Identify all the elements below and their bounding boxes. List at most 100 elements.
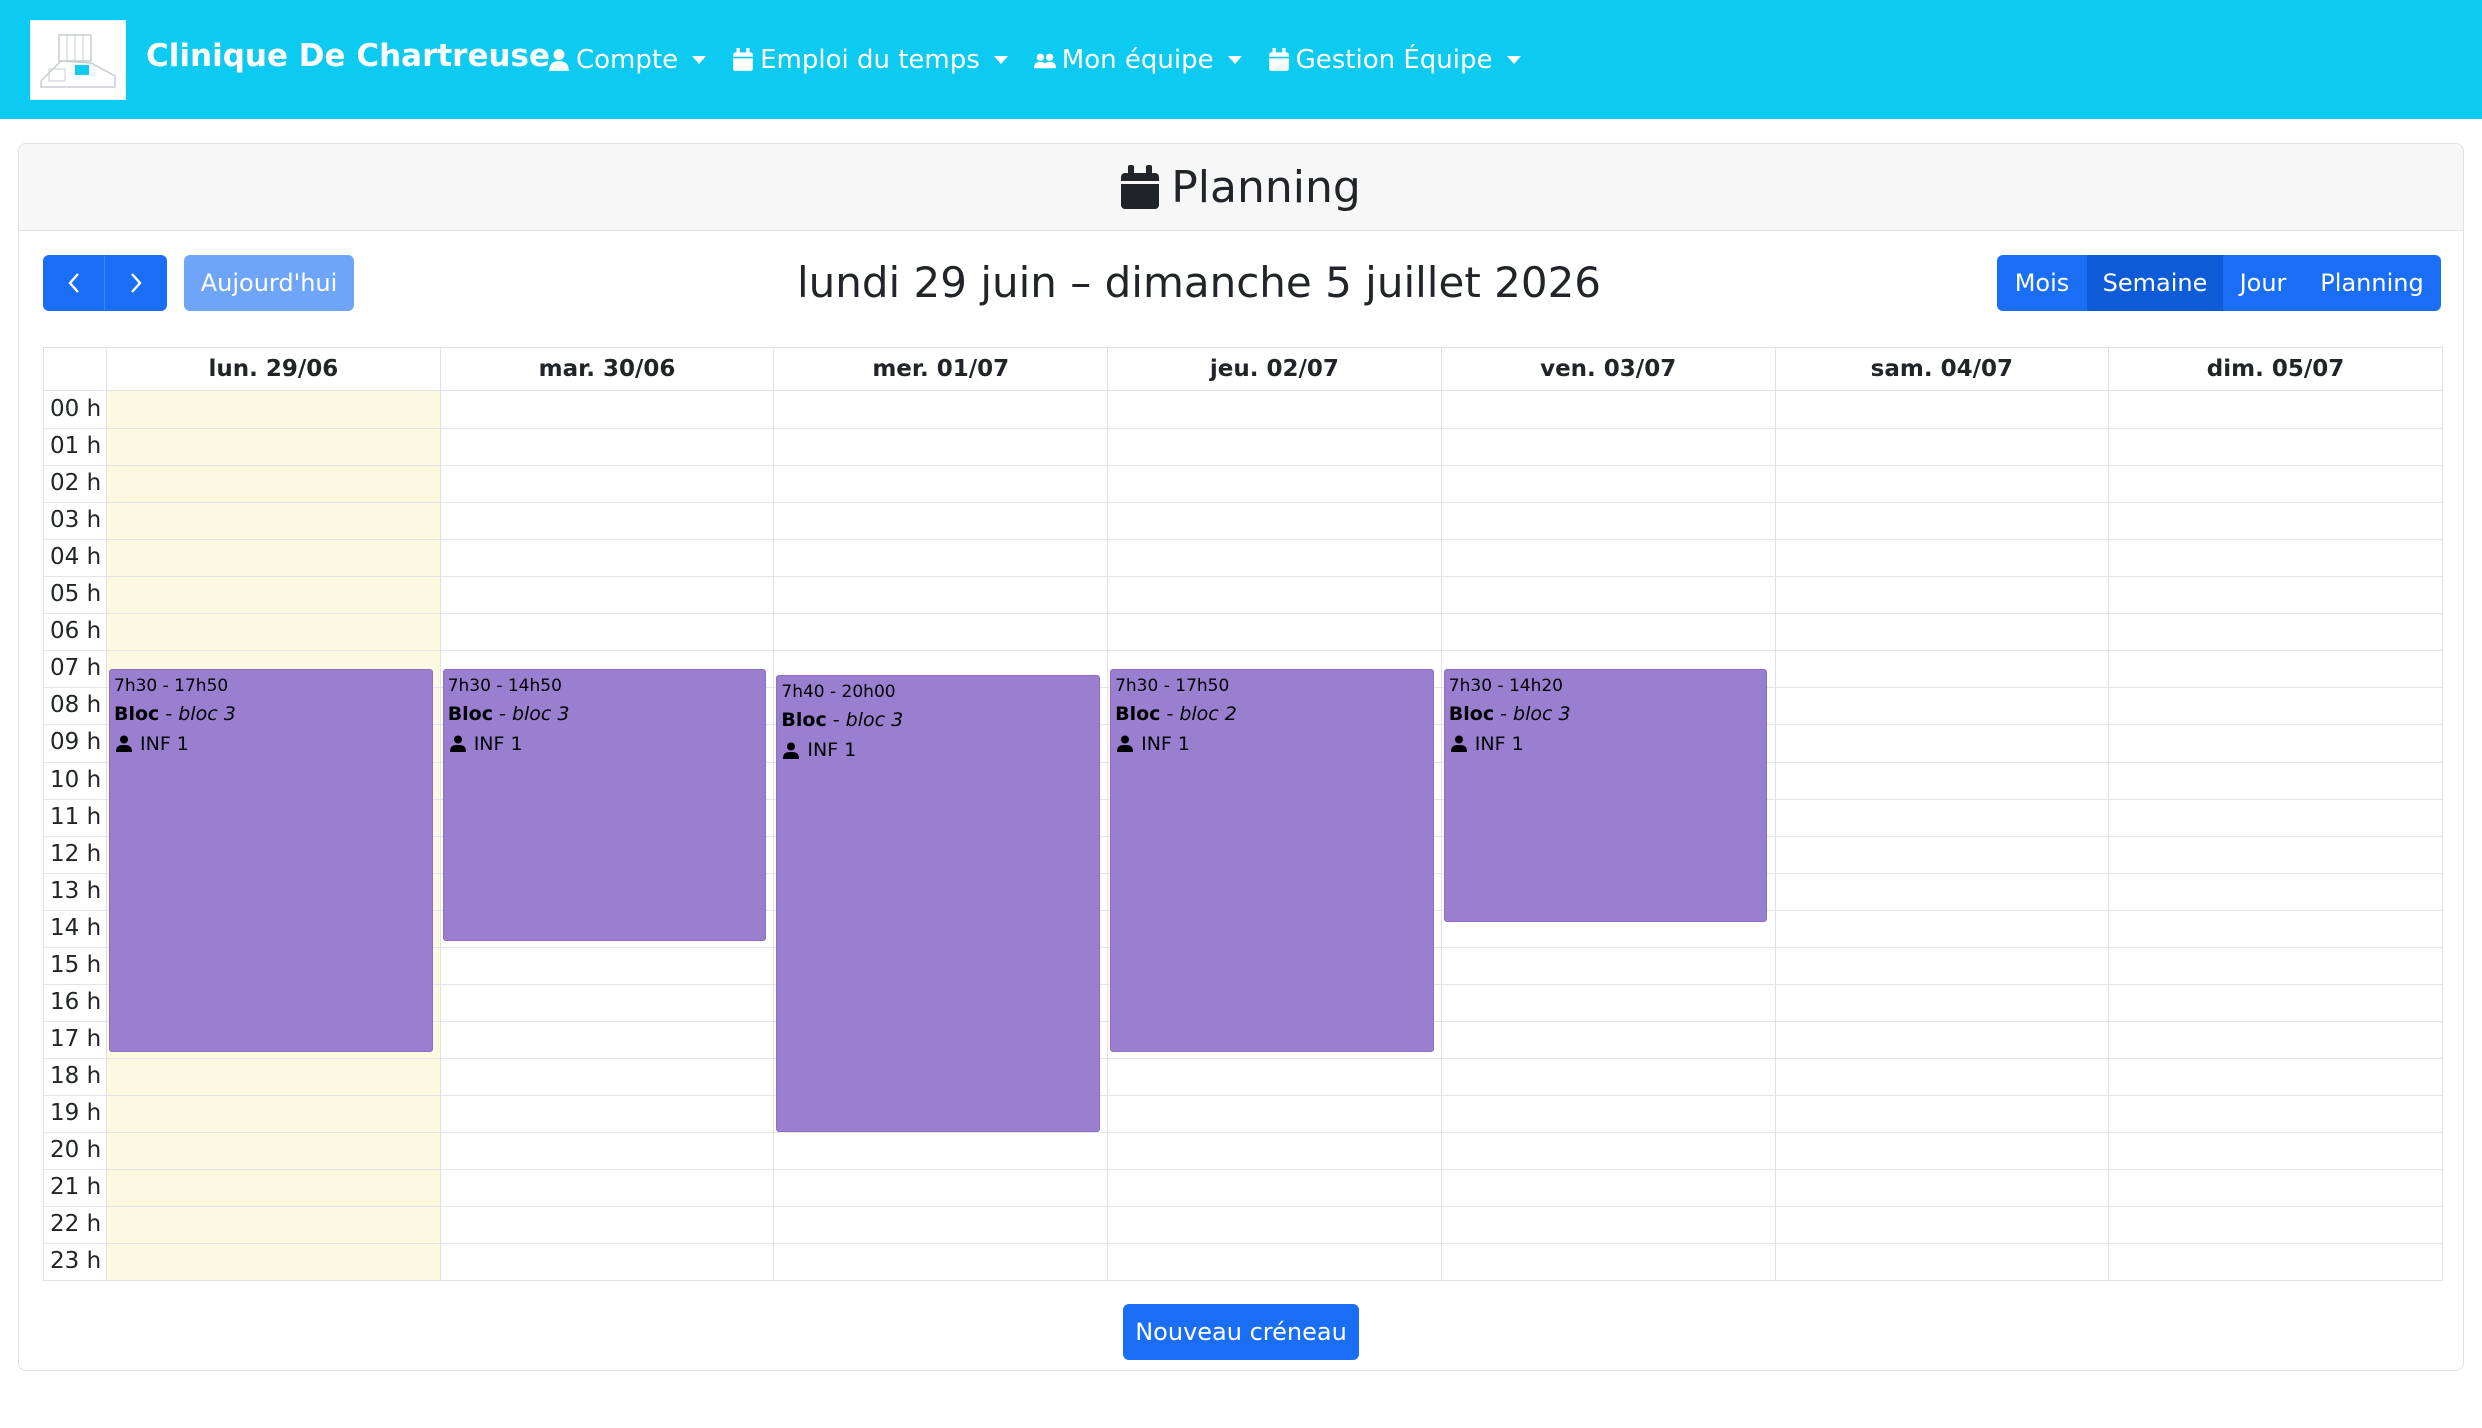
menu-compte-label: Compte xyxy=(576,45,679,75)
hour-gridline xyxy=(44,428,2442,430)
hour-gridline xyxy=(44,1243,2442,1245)
menu-mon-equipe[interactable]: Mon équipe xyxy=(1033,45,1242,75)
hour-gridline xyxy=(44,1057,2442,1059)
hour-gridline xyxy=(44,613,2442,615)
day-header[interactable]: ven. 03/07 xyxy=(1440,348,1775,391)
hour-gridline xyxy=(44,502,2442,504)
user-icon xyxy=(116,735,132,753)
event-title: Bloc - bloc 3 xyxy=(447,702,570,725)
view-switcher: Mois Semaine Jour Planning xyxy=(1997,255,2441,311)
hour-gridline xyxy=(44,1132,2442,1133)
event-title: Bloc - bloc 3 xyxy=(114,702,236,725)
day-header[interactable]: mar. 30/06 xyxy=(439,348,774,391)
clinic-logo[interactable] xyxy=(30,20,126,100)
hour-label: 17 h xyxy=(50,1025,102,1052)
event-staff-label: INF 1 xyxy=(140,732,189,755)
hour-label: 16 h xyxy=(50,988,102,1015)
hour-label: 09 h xyxy=(50,729,102,756)
week-calendar: lun. 29/06 mar. 30/06 mer. 01/07 jeu. 02/07… xyxy=(43,347,2443,1281)
day-header[interactable]: sam. 04/07 xyxy=(1774,348,2109,391)
day-header[interactable]: mer. 01/07 xyxy=(773,348,1107,391)
hour-label: 10 h xyxy=(50,766,102,793)
hour-gridline xyxy=(44,576,2442,578)
menu-emploi-du-temps-label: Emploi du temps xyxy=(760,45,980,75)
event-staff-label: INF 1 xyxy=(1474,732,1524,755)
hour-gridline xyxy=(44,650,2442,652)
page-title-text: Planning xyxy=(1171,161,1361,213)
event-type: Bloc xyxy=(781,709,827,732)
day-column-divider xyxy=(2108,348,2110,1280)
calendar-event[interactable]: 7h30 - 17h50 Bloc - bloc 2 INF 1 xyxy=(1110,668,1434,1052)
event-location: bloc 3 xyxy=(1513,702,1571,725)
hour-gridline xyxy=(44,1169,2442,1171)
menu-gestion-equipe[interactable]: Gestion Équipe xyxy=(1268,45,1521,75)
next-week-button[interactable] xyxy=(105,255,167,311)
prev-week-button[interactable] xyxy=(43,255,105,311)
hour-label: 18 h xyxy=(50,1062,102,1089)
event-location: bloc 3 xyxy=(511,702,570,725)
event-staff-label: INF 1 xyxy=(807,739,857,762)
user-icon xyxy=(449,735,466,753)
event-time: 7h40 - 20h00 xyxy=(781,682,896,703)
hour-label: 20 h xyxy=(50,1137,102,1163)
calendar-event[interactable]: 7h30 - 14h50 Bloc - bloc 3 INF 1 xyxy=(442,668,767,941)
caret-down-icon xyxy=(1506,56,1521,64)
event-location: bloc 2 xyxy=(1179,702,1237,725)
hour-label: 02 h xyxy=(50,470,102,497)
calendar-event[interactable]: 7h40 - 20h00 Bloc - bloc 3 INF 1 xyxy=(776,675,1101,1132)
day-header[interactable]: lun. 29/06 xyxy=(106,348,440,391)
event-time: 7h30 - 14h50 xyxy=(447,675,562,696)
caret-down-icon xyxy=(692,56,707,64)
calendar-header: lun. 29/06 mar. 30/06 mer. 01/07 jeu. 02/07… xyxy=(44,348,2442,391)
user-icon xyxy=(1117,735,1134,753)
event-staff-label: INF 1 xyxy=(473,732,523,755)
hour-label: 23 h xyxy=(50,1248,102,1275)
today-button[interactable]: Aujourd'hui xyxy=(184,255,354,311)
event-staff: INF 1 xyxy=(1449,729,1763,759)
menu-gestion-equipe-label: Gestion Équipe xyxy=(1295,45,1493,75)
users-icon xyxy=(1033,53,1056,69)
hour-label: 00 h xyxy=(50,396,102,422)
event-staff: INF 1 xyxy=(114,729,428,759)
day-column-divider xyxy=(1774,348,1776,1280)
user-icon xyxy=(549,49,569,71)
user-icon xyxy=(1450,735,1467,753)
hour-label: 01 h xyxy=(50,433,102,460)
view-day-button[interactable]: Jour xyxy=(2223,255,2303,311)
planning-card: Planning Aujourd'hui lundi 29 juin – dim… xyxy=(18,143,2464,1371)
day-column-divider xyxy=(1107,348,1109,1280)
calendar-event[interactable]: 7h30 - 17h50 Bloc - bloc 3 INF 1 xyxy=(109,668,433,1052)
menu-mon-equipe-label: Mon équipe xyxy=(1061,45,1214,75)
view-agenda-button[interactable]: Planning xyxy=(2303,255,2441,311)
hour-label: 12 h xyxy=(50,840,102,867)
hour-gridline xyxy=(44,465,2442,467)
event-time: 7h30 - 17h50 xyxy=(114,675,229,696)
calendar-event[interactable]: 7h30 - 14h20 Bloc - bloc 3 INF 1 xyxy=(1443,668,1768,923)
menu-compte[interactable]: Compte xyxy=(548,45,707,75)
hour-label: 13 h xyxy=(50,877,102,904)
menu-emploi-du-temps[interactable]: Emploi du temps xyxy=(732,45,1008,75)
card-header: Planning xyxy=(19,144,2463,231)
hour-label: 06 h xyxy=(50,618,102,645)
view-month-button[interactable]: Mois xyxy=(1997,255,2087,311)
day-header[interactable]: dim. 05/07 xyxy=(2108,348,2442,391)
hour-label: 14 h xyxy=(50,914,102,941)
day-header[interactable]: jeu. 02/07 xyxy=(1107,348,1441,391)
day-column-divider xyxy=(106,348,107,1280)
calendar-icon xyxy=(733,48,753,71)
hour-label: 03 h xyxy=(50,507,102,534)
page-title: Planning xyxy=(1121,162,1361,213)
hour-gridline xyxy=(44,1206,2442,1208)
chevron-right-icon xyxy=(131,273,142,293)
event-staff: INF 1 xyxy=(1115,729,1429,759)
event-staff: INF 1 xyxy=(448,729,762,759)
caret-down-icon xyxy=(1227,56,1242,64)
new-slot-button[interactable]: Nouveau créneau xyxy=(1123,1304,1359,1360)
event-type: Bloc xyxy=(447,702,493,725)
hour-gridline xyxy=(44,539,2442,541)
caret-down-icon xyxy=(993,56,1008,64)
date-range-title: lundi 29 juin – dimanche 5 juillet 2026 xyxy=(796,258,1602,307)
brand-name[interactable]: Clinique De Chartreuse xyxy=(146,36,550,76)
event-type: Bloc xyxy=(114,702,160,725)
view-week-button[interactable]: Semaine xyxy=(2087,255,2223,311)
